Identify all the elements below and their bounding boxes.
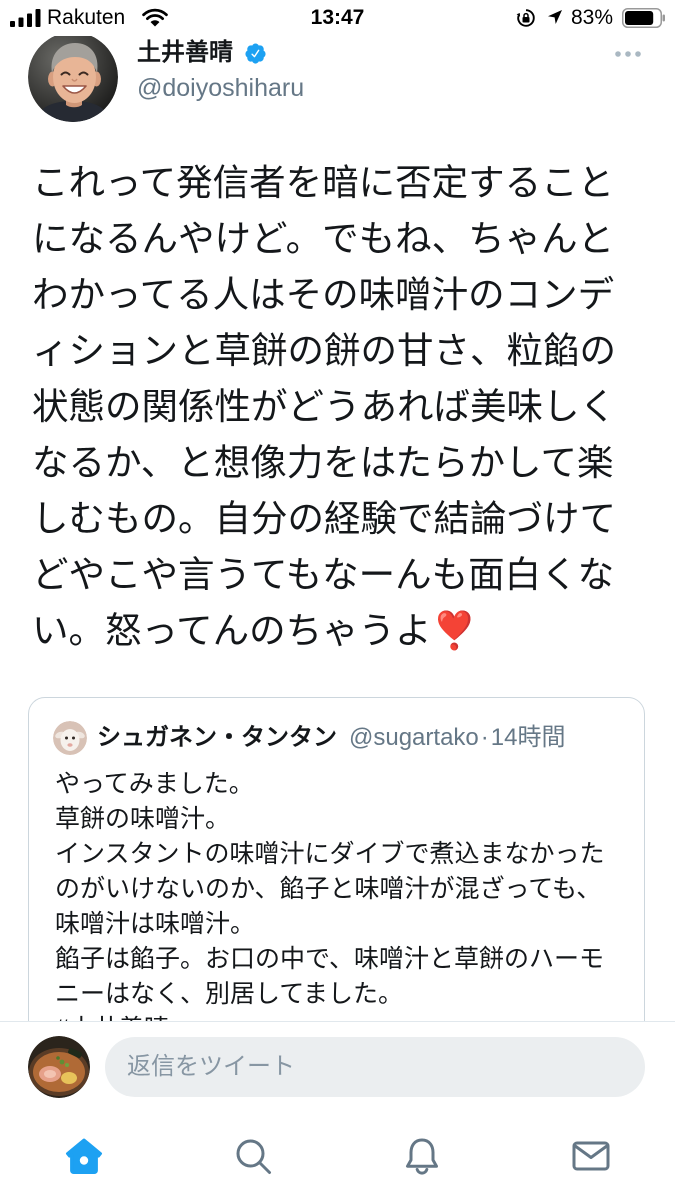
tab-notifications[interactable] (338, 1131, 507, 1181)
tab-search[interactable] (169, 1131, 338, 1181)
search-icon (236, 1139, 272, 1174)
quoted-author-handle: @sugartako (349, 724, 479, 751)
reply-composer (0, 1021, 675, 1200)
more-icon[interactable] (614, 50, 642, 58)
my-avatar-image (28, 1036, 90, 1098)
mail-icon (572, 1141, 610, 1171)
quoted-tweet-text: やってみました。 草餅の味噌汁。 インスタントの味噌汁にダイブで煮込まなかったの… (55, 770, 605, 1043)
author-avatar-image (28, 32, 118, 122)
battery-fill (625, 11, 654, 25)
reply-input[interactable] (105, 1037, 645, 1097)
tweet-text: これって発信者を暗に否定することになるんやけど。でもね、ちゃんとわかってる人はそ… (32, 162, 616, 651)
tab-bar (0, 1131, 675, 1181)
author-name-row: 土井善晴 (137, 38, 267, 68)
verified-badge-icon (245, 42, 266, 64)
quoted-tweet-header: シュガネン・タンタン @sugartako · 14時間 (53, 720, 565, 756)
orientation-lock-icon (516, 9, 535, 27)
battery-icon (622, 8, 665, 28)
quoted-timestamp: 14時間 (490, 724, 566, 751)
quoted-author-avatar[interactable] (53, 721, 87, 755)
author-name[interactable]: 土井善晴 (137, 38, 233, 68)
tab-home[interactable] (0, 1131, 169, 1181)
battery-percent: 83% (571, 6, 614, 29)
home-icon (66, 1138, 103, 1174)
tab-messages[interactable] (506, 1131, 675, 1181)
location-icon (548, 10, 562, 24)
author-handle[interactable]: @doiyoshiharu (137, 73, 304, 103)
bell-icon (405, 1138, 438, 1175)
quoted-author-name: シュガネン・タンタン (97, 724, 337, 751)
quoted-author-avatar-image (53, 721, 87, 755)
author-avatar[interactable] (28, 32, 118, 122)
heart-exclamation-emoji: ❣️ (431, 610, 478, 651)
my-avatar[interactable] (28, 1036, 90, 1098)
status-bar: Rakuten 13:47 83% (0, 0, 675, 36)
quoted-separator: · (480, 724, 489, 751)
